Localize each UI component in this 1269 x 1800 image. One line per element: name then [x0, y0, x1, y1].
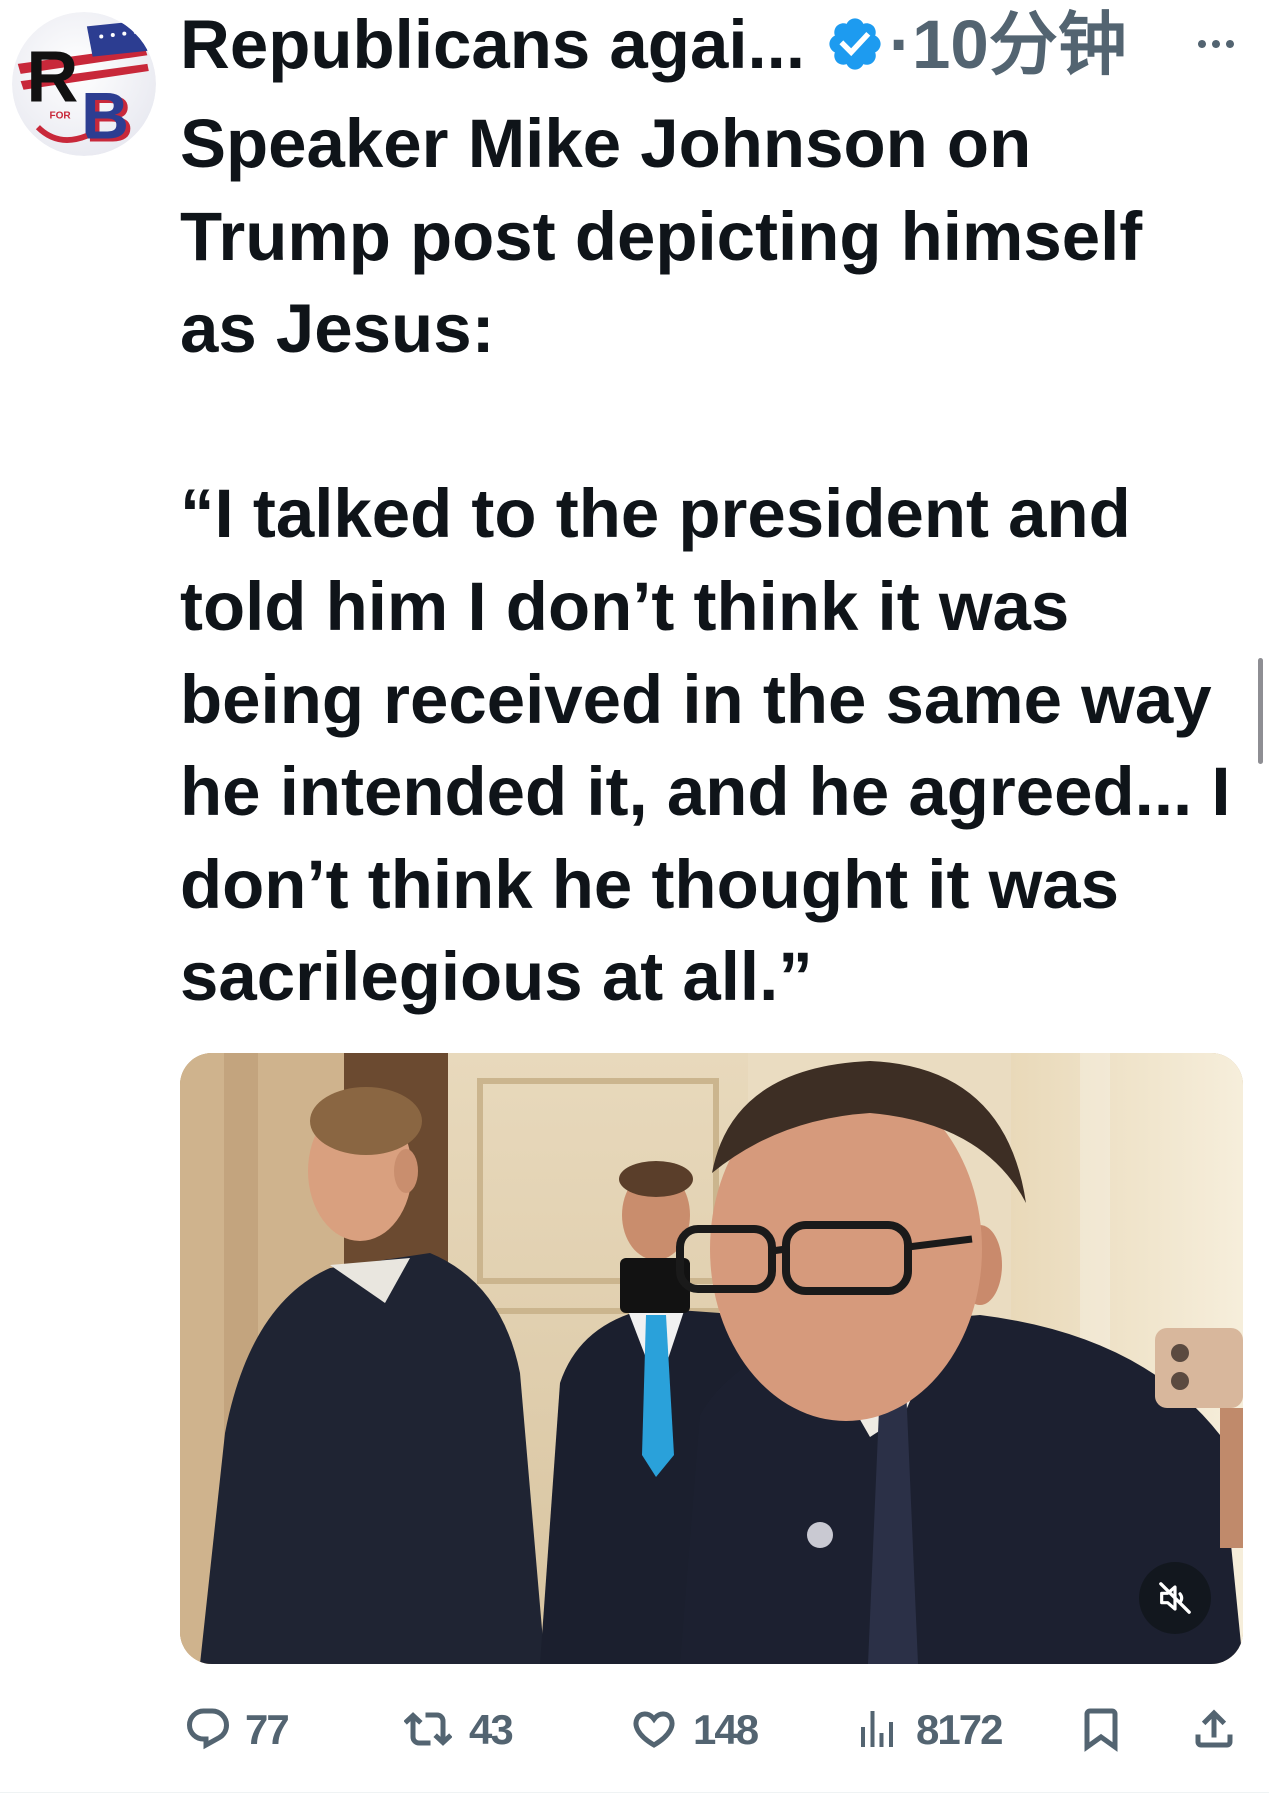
avatar-logo: R B B FOR	[12, 12, 156, 156]
timestamp-group[interactable]: ·10分钟	[889, 5, 1127, 85]
post-paragraph: Speaker Mike Johnson on Trump post depic…	[180, 98, 1231, 376]
post-text-line: being received in the same way	[180, 660, 1212, 738]
share-icon	[1190, 1705, 1238, 1753]
bookmark-icon	[1077, 1705, 1125, 1753]
reply-icon	[184, 1705, 232, 1753]
mute-button[interactable]	[1139, 1562, 1211, 1634]
avatar[interactable]: R B B FOR	[12, 12, 156, 156]
timestamp[interactable]: 10分钟	[912, 6, 1127, 83]
verified-badge-icon[interactable]	[825, 14, 885, 74]
views-icon	[853, 1705, 901, 1753]
more-horizontal-icon	[1198, 40, 1234, 48]
reply-count: 77	[245, 1706, 290, 1753]
bookmark-button[interactable]	[1077, 1704, 1125, 1756]
like-count: 148	[693, 1706, 759, 1753]
retweet-count: 43	[469, 1706, 514, 1753]
views-count: 8172	[916, 1706, 1003, 1753]
retweet-icon	[404, 1705, 452, 1753]
author-display-name[interactable]: Republicans agai...	[180, 5, 805, 85]
post-text-line: told him I don’t think it was	[180, 567, 1070, 645]
post-text-line: he intended it, and he agreed... I	[180, 753, 1231, 831]
timestamp-separator: ·	[889, 6, 912, 83]
post-video[interactable]	[180, 1053, 1243, 1664]
post-text-line: “I talked to the president and	[180, 475, 1131, 553]
video-frame[interactable]	[180, 1053, 1243, 1664]
post-text-line: sacrilegious at all.”	[180, 938, 813, 1016]
post-text-line: Speaker Mike Johnson on	[180, 105, 1032, 182]
post-text: Speaker Mike Johnson on Trump post depic…	[180, 98, 1231, 1024]
views-button[interactable]: 8172	[853, 1704, 1003, 1756]
svg-text:R: R	[26, 37, 78, 117]
post-text-line: don’t think he thought it was	[180, 845, 1120, 923]
svg-text:FOR: FOR	[49, 111, 71, 122]
post-text-line: Trump post depicting himself	[180, 197, 1143, 275]
volume-muted-icon	[1159, 1582, 1191, 1614]
post-text-line: as Jesus:	[180, 290, 495, 368]
heart-icon	[630, 1705, 678, 1753]
reply-button[interactable]: 77	[184, 1704, 294, 1756]
like-button[interactable]: 148	[630, 1704, 760, 1756]
svg-text:B: B	[81, 80, 129, 154]
more-button[interactable]	[1192, 20, 1240, 68]
share-button[interactable]	[1190, 1704, 1238, 1756]
scrollbar[interactable]	[1258, 658, 1263, 764]
post-paragraph: “I talked to the president and told him …	[180, 468, 1231, 1024]
retweet-button[interactable]: 43	[404, 1704, 519, 1756]
post-divider	[0, 1792, 1269, 1793]
